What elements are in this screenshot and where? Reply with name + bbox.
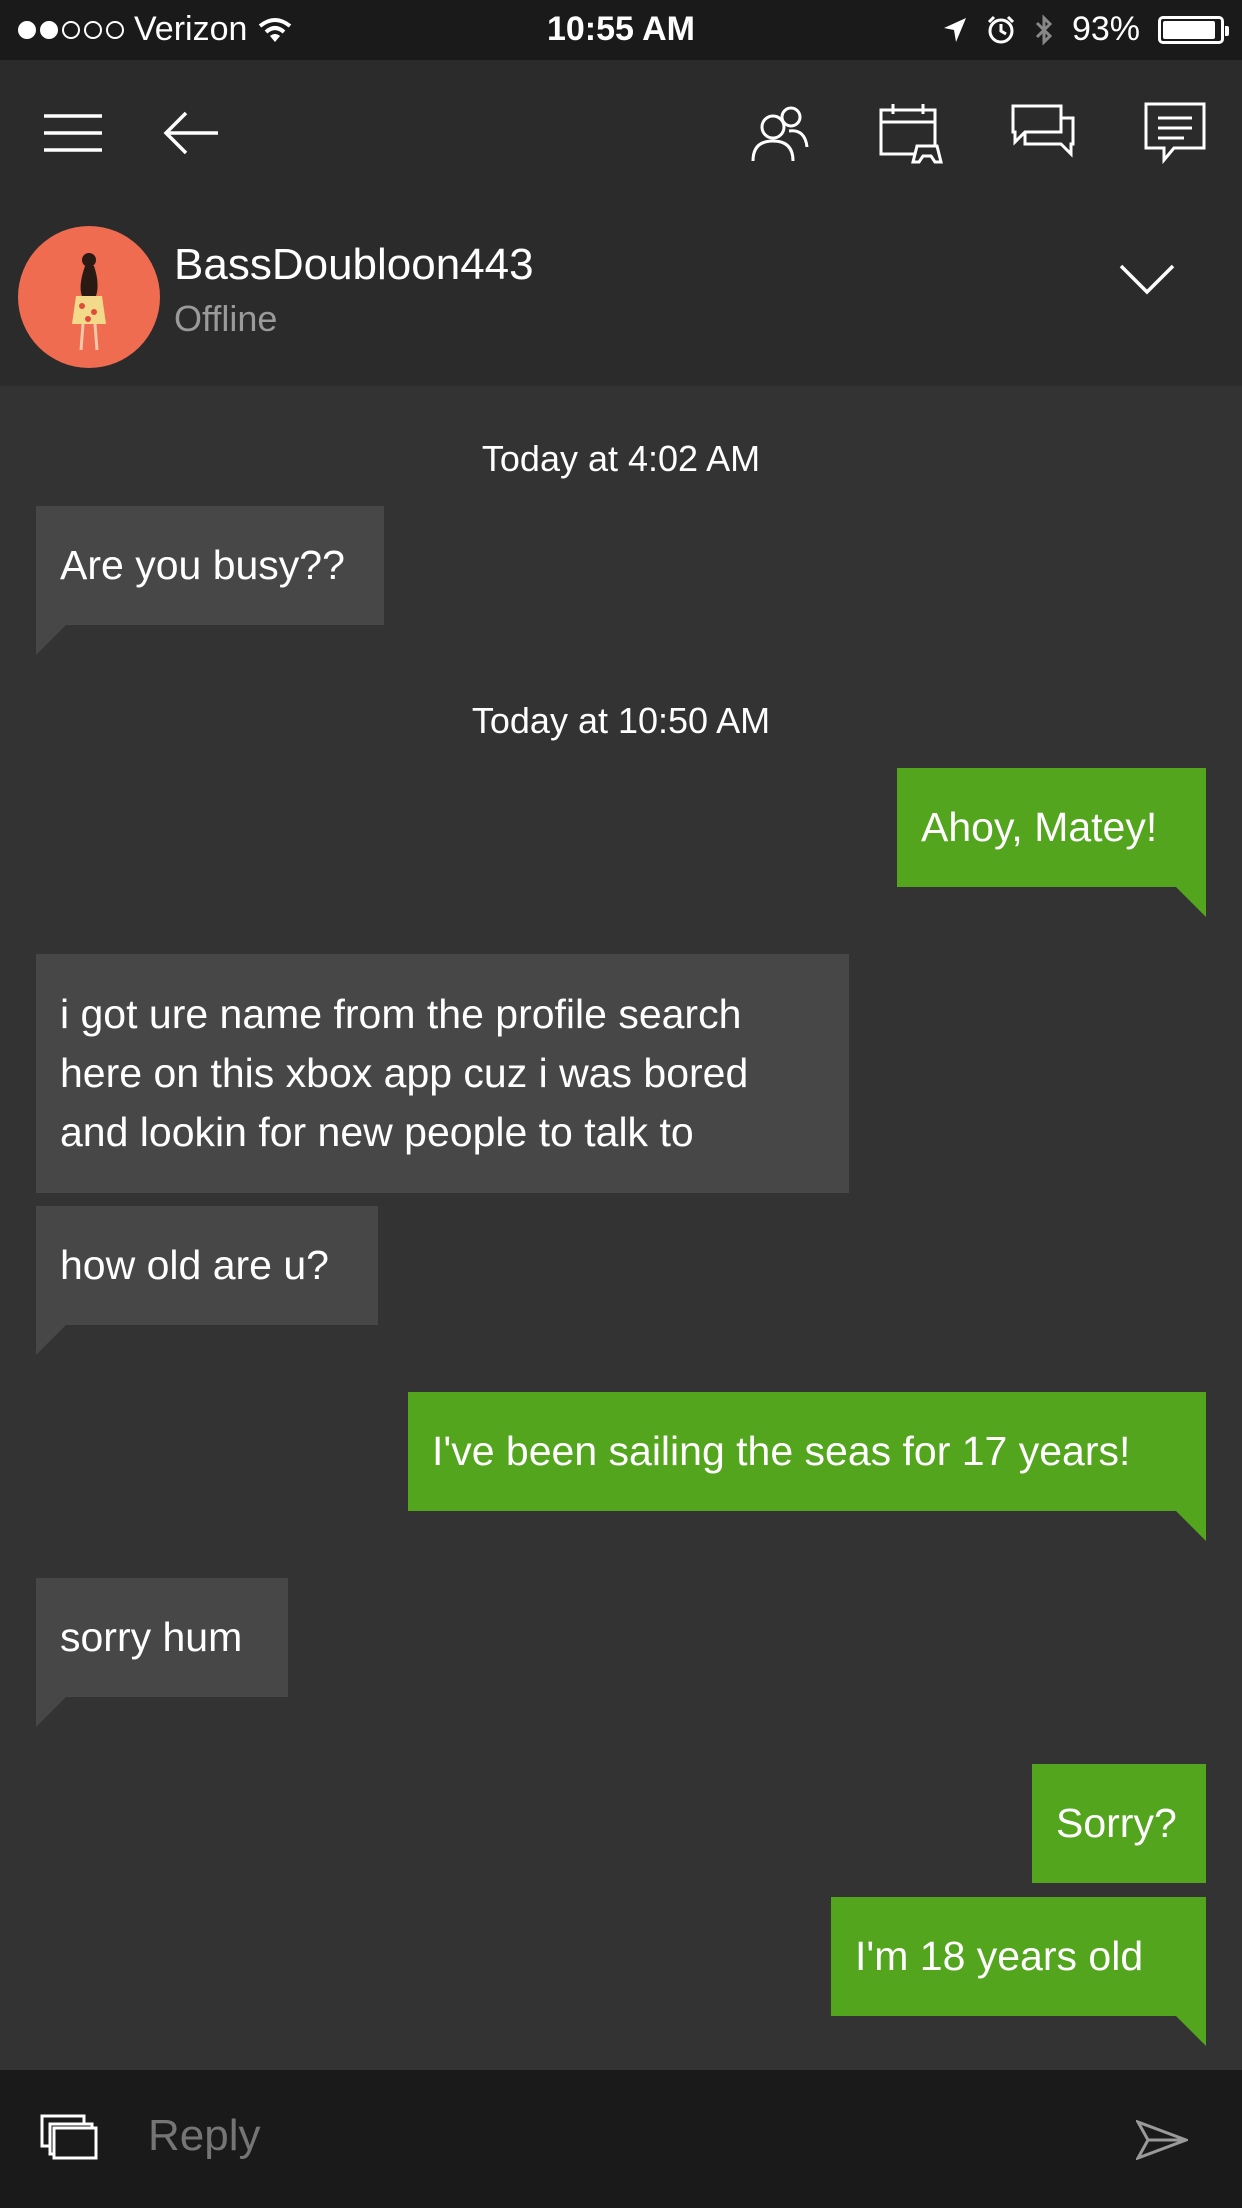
incoming-message[interactable]: how old are u? <box>36 1206 378 1355</box>
message-text: I've been sailing the seas for 17 years! <box>432 1428 1131 1474</box>
message-text: sorry hum <box>60 1614 243 1660</box>
calendar-controller-icon <box>879 104 943 164</box>
wifi-icon <box>259 17 292 42</box>
expand-profile-button[interactable] <box>1118 262 1188 322</box>
presence-status: Offline <box>174 298 278 339</box>
bubble-tail <box>36 625 66 655</box>
timestamp: Today at 10:50 AM <box>471 700 771 741</box>
reply-input[interactable] <box>146 2110 1050 2162</box>
message-text: Sorry? <box>1056 1800 1177 1846</box>
app-toolbar <box>0 60 1242 206</box>
messages-icon <box>1144 102 1206 164</box>
conversations-toggle-button[interactable] <box>40 2114 98 2167</box>
message-line: i got ure name from the profile search <box>60 991 742 1037</box>
location-icon <box>943 17 966 42</box>
message-thread[interactable]: Today at 4:02 AM Are you busy?? Today at… <box>0 386 1242 2070</box>
message-line: and lookin for new people to talk to <box>60 1109 694 1155</box>
bubble-tail <box>1176 1511 1206 1541</box>
incoming-message[interactable]: Are you busy?? <box>36 506 384 655</box>
menu-icon <box>44 114 102 152</box>
stacked-windows-icon <box>40 2114 98 2160</box>
messages-button[interactable] <box>1140 98 1210 168</box>
conversations-icon <box>1011 104 1075 158</box>
conversation-header: BassDoubloon443 Offline <box>0 206 1242 386</box>
menu-button[interactable] <box>38 98 108 168</box>
outgoing-message[interactable]: I'm 18 years old <box>831 1897 1206 2046</box>
gamertag: BassDoubloon443 <box>174 240 534 289</box>
send-icon <box>1134 2119 1191 2161</box>
incoming-message[interactable]: sorry hum <box>36 1578 288 1727</box>
message-text: how old are u? <box>60 1242 329 1288</box>
incoming-message[interactable]: i got ure name from the profile search h… <box>36 954 849 1193</box>
send-button[interactable] <box>1134 2119 1191 2165</box>
back-button[interactable] <box>156 98 226 168</box>
battery-icon <box>1158 15 1229 44</box>
events-button[interactable] <box>876 98 946 168</box>
bubble-tail <box>1176 887 1206 917</box>
timestamp: Today at 4:02 AM <box>481 438 761 479</box>
friends-icon <box>751 106 809 162</box>
message-text: I'm 18 years old <box>855 1933 1144 1979</box>
status-bar: Verizon 10:55 AM 93% <box>0 0 1242 60</box>
avatar[interactable] <box>18 226 160 368</box>
chevron-down-icon <box>1119 264 1175 295</box>
carrier-label: Verizon <box>134 10 248 48</box>
gamerpic-figure-icon <box>72 253 106 351</box>
bluetooth-icon <box>1035 13 1053 46</box>
conversations-button[interactable] <box>1008 98 1078 168</box>
back-arrow-icon <box>163 111 218 155</box>
outgoing-message[interactable]: I've been sailing the seas for 17 years! <box>408 1392 1206 1541</box>
friends-button[interactable] <box>744 98 814 168</box>
reply-composer <box>0 2070 1242 2208</box>
battery-percent: 93% <box>1071 10 1140 48</box>
status-left: Verizon <box>18 10 293 49</box>
message-text: Ahoy, Matey! <box>921 804 1158 850</box>
message-text: Are you busy?? <box>60 542 345 588</box>
signal-strength-icon <box>18 20 124 39</box>
bubble-tail <box>1176 2016 1206 2046</box>
bubble-tail <box>36 1697 66 1727</box>
outgoing-message[interactable]: Ahoy, Matey! <box>897 768 1206 917</box>
outgoing-message[interactable]: Sorry? <box>1032 1764 1206 1883</box>
status-right: 93% <box>942 10 1229 49</box>
message-line: here on this xbox app cuz i was bored <box>60 1050 749 1096</box>
alarm-icon <box>987 15 1014 43</box>
bubble-tail <box>36 1325 66 1355</box>
